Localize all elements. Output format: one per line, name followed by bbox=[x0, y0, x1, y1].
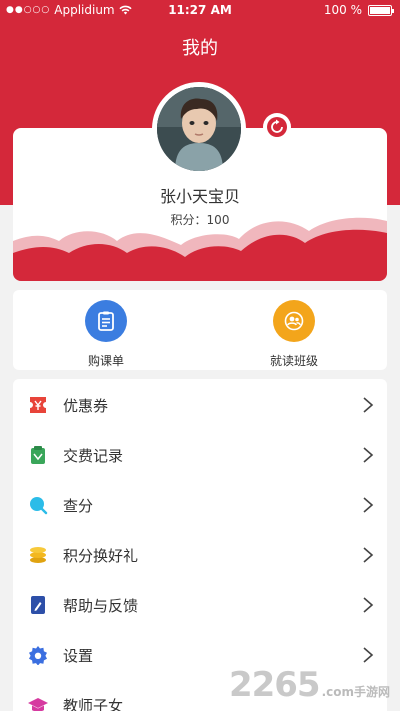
chevron-right-icon bbox=[363, 497, 374, 513]
avatar-image bbox=[157, 87, 241, 171]
site-watermark: 2265 .com手游网 bbox=[229, 665, 390, 705]
menu-item-points-rewards[interactable]: 积分换好礼 bbox=[13, 530, 387, 580]
watermark-number: 2265 bbox=[228, 665, 321, 705]
menu-label-check-scores: 查分 bbox=[63, 496, 94, 515]
profile-name: 张小天宝贝 bbox=[159, 187, 240, 206]
enrolled-class-button[interactable]: 就读班级 bbox=[234, 300, 354, 369]
refresh-button[interactable] bbox=[263, 113, 291, 141]
menu-item-coupons[interactable]: 优惠券 bbox=[13, 380, 387, 430]
watermark-text: .com手游网 bbox=[321, 685, 390, 699]
purchase-list-label: 购课单 bbox=[87, 354, 124, 368]
enrolled-class-label: 就读班级 bbox=[269, 354, 318, 368]
chevron-right-icon bbox=[363, 397, 374, 413]
clipboard-icon bbox=[85, 300, 127, 342]
menu-label-teacher-children: 教师子女 bbox=[63, 696, 124, 711]
profile-points: 积分：100 bbox=[170, 213, 230, 227]
purchase-list-button[interactable]: 购课单 bbox=[46, 300, 166, 369]
menu-label-points-rewards: 积分换好礼 bbox=[63, 546, 139, 565]
coupon-icon bbox=[27, 394, 49, 416]
coins-icon bbox=[27, 544, 49, 566]
menu-list: 优惠券 交费记录 查分 积分换好礼 帮助与反馈 设置 教师子女 bbox=[13, 379, 387, 711]
chevron-right-icon bbox=[363, 547, 374, 563]
menu-label-help-feedback: 帮助与反馈 bbox=[63, 596, 139, 615]
battery-icon bbox=[368, 4, 394, 16]
chevron-right-icon bbox=[363, 447, 374, 463]
chevron-right-icon bbox=[363, 597, 374, 613]
menu-label-coupons: 优惠券 bbox=[63, 396, 109, 415]
battery-group: 100 % bbox=[323, 3, 394, 17]
screen: ●●○○○ Applidium 11:27 AM 100 % 我的 张小天宝贝 … bbox=[0, 0, 400, 711]
chevron-right-icon bbox=[363, 647, 374, 663]
receipt-icon bbox=[27, 444, 49, 466]
avatar-frame[interactable] bbox=[152, 82, 246, 176]
menu-item-help-feedback[interactable]: 帮助与反馈 bbox=[13, 580, 387, 630]
menu-item-check-scores[interactable]: 查分 bbox=[13, 480, 387, 530]
menu-label-settings: 设置 bbox=[63, 646, 94, 665]
feedback-icon bbox=[27, 594, 49, 616]
search-icon bbox=[27, 494, 49, 516]
refresh-icon bbox=[267, 117, 287, 137]
people-icon bbox=[273, 300, 315, 342]
gear-icon bbox=[27, 644, 49, 666]
menu-label-payment-records: 交费记录 bbox=[63, 446, 124, 465]
status-bar: ●●○○○ Applidium 11:27 AM 100 % bbox=[0, 0, 400, 22]
quick-actions: 购课单 就读班级 bbox=[13, 290, 387, 370]
avatar[interactable] bbox=[157, 87, 241, 171]
menu-item-payment-records[interactable]: 交费记录 bbox=[13, 430, 387, 480]
page-title: 我的 bbox=[182, 38, 218, 59]
battery-label: 100 % bbox=[323, 3, 362, 17]
graduation-cap-icon bbox=[27, 694, 49, 711]
